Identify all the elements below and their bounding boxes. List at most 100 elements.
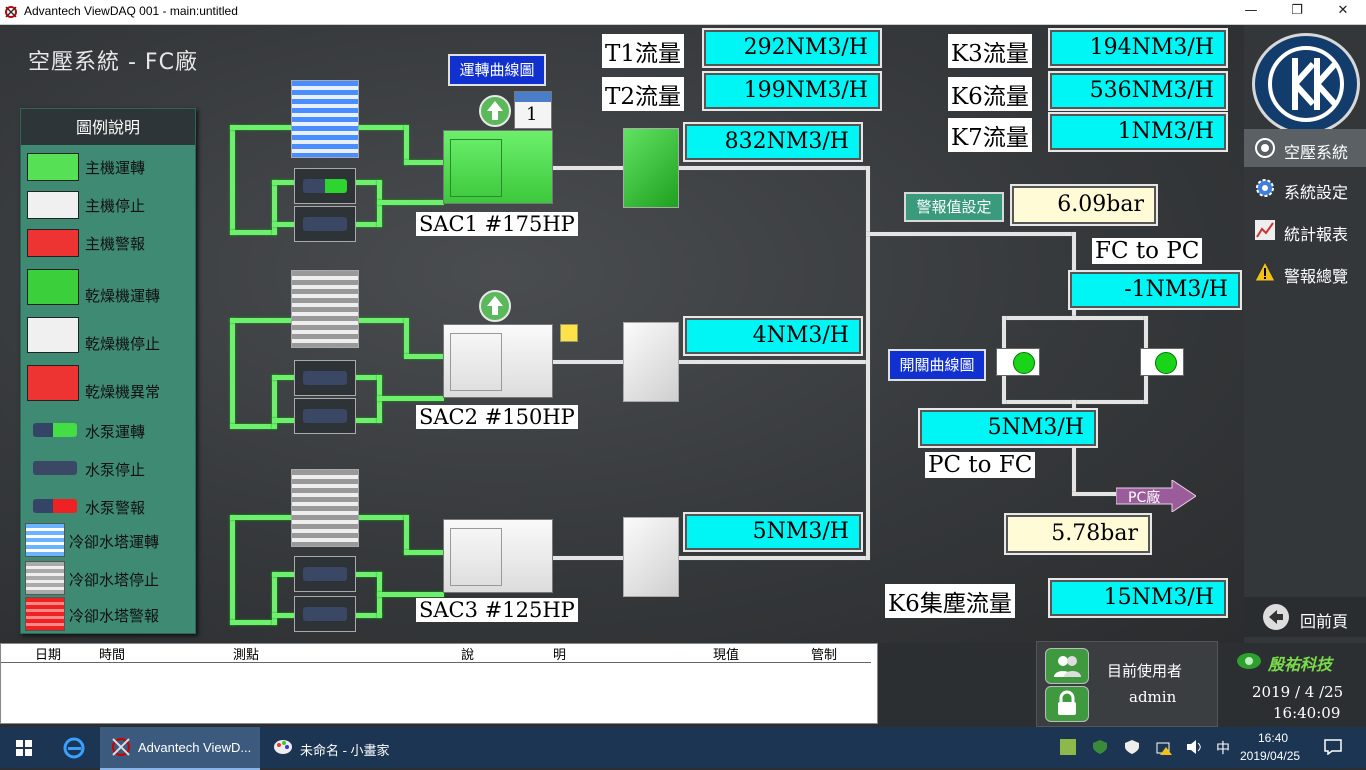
water-pipe bbox=[404, 318, 409, 358]
pump-2b[interactable] bbox=[294, 398, 356, 434]
compressor-sac3[interactable] bbox=[443, 519, 553, 593]
security-tray-icon[interactable] bbox=[1092, 739, 1108, 755]
k7-flow-label: K7流量 bbox=[948, 118, 1032, 152]
legend-item: 主機停止 bbox=[21, 187, 195, 223]
sac2-label: SAC2 #150HP bbox=[416, 405, 578, 429]
volume-tray-icon[interactable] bbox=[1186, 739, 1204, 755]
maximize-button[interactable]: ❐ bbox=[1274, 0, 1320, 24]
legend-label: 主機警報 bbox=[85, 235, 146, 253]
taskbar-app-viewdaq[interactable]: Advantech ViewD... bbox=[100, 727, 260, 770]
internet-explorer-icon[interactable] bbox=[62, 736, 86, 760]
compressor-sac1[interactable] bbox=[443, 130, 553, 204]
legend-label: 冷卻水塔停止 bbox=[69, 571, 160, 589]
pump-1a[interactable] bbox=[294, 168, 356, 204]
fc-to-pc-label: FC to PC bbox=[1092, 238, 1203, 264]
taskbar-time[interactable]: 16:40 bbox=[1258, 731, 1288, 745]
compressor-panel bbox=[450, 333, 502, 391]
pump-body bbox=[303, 567, 347, 581]
pc-plant-button[interactable]: PC廠 bbox=[1115, 479, 1197, 513]
legend-label: 水泵運轉 bbox=[85, 423, 146, 441]
cooling-tower-1[interactable] bbox=[291, 80, 359, 158]
legend-item: 冷卻水塔運轉 bbox=[21, 523, 195, 559]
dryer-1[interactable] bbox=[623, 128, 679, 208]
col-date: 日期 bbox=[35, 648, 62, 663]
legend-title: 圖例說明 bbox=[21, 109, 195, 145]
notification-icon[interactable] bbox=[1324, 739, 1342, 756]
cooling-tower-3[interactable] bbox=[291, 469, 359, 547]
legend-item: 水泵警報 bbox=[21, 489, 195, 525]
legend-item: 乾燥機異常 bbox=[21, 365, 195, 401]
nav-alarm-overview[interactable]: 警報總覽 bbox=[1244, 253, 1366, 291]
brand-name: 殷祐科技 bbox=[1268, 655, 1333, 674]
taskbar-date[interactable]: 2019/04/25 bbox=[1240, 749, 1300, 763]
close-button[interactable]: ✕ bbox=[1320, 0, 1366, 24]
water-pipe bbox=[404, 354, 444, 359]
t1-flow-display: 292NM3/H bbox=[702, 28, 882, 68]
run-curve-button[interactable]: 運轉曲線圖 bbox=[448, 54, 546, 86]
legend-item: 水泵停止 bbox=[21, 451, 195, 487]
window-title: Advantech ViewDAQ 001 - main:untitled bbox=[24, 4, 238, 18]
taskbar-app-paint[interactable]: 未命名 - 小畫家 bbox=[262, 727, 422, 768]
compressor-sac2[interactable] bbox=[443, 324, 553, 398]
t2-flow-display: 199NM3/H bbox=[702, 71, 882, 111]
water-pipe bbox=[377, 396, 444, 401]
minimize-button[interactable]: — bbox=[1228, 0, 1274, 24]
taskbar-app-label: Advantech ViewD... bbox=[138, 740, 252, 755]
cooling-tower-2[interactable] bbox=[291, 270, 359, 348]
pump-body bbox=[303, 217, 347, 231]
back-label: 回前頁 bbox=[1300, 612, 1349, 631]
sac1-flow-display: 832NM3/H bbox=[683, 122, 863, 162]
pump-body bbox=[303, 371, 347, 385]
title-bar: Advantech ViewDAQ 001 - main:untitled — … bbox=[0, 0, 1366, 25]
wifi-warning-tray-icon[interactable] bbox=[1156, 739, 1172, 755]
back-button[interactable]: 回前頁 bbox=[1244, 597, 1366, 637]
legend-label: 水泵警報 bbox=[85, 499, 146, 517]
lock-icon[interactable] bbox=[1045, 686, 1089, 722]
water-pipe bbox=[230, 230, 276, 235]
users-icon[interactable] bbox=[1045, 648, 1089, 684]
back-arrow-icon bbox=[1262, 603, 1290, 631]
user-panel: 目前使用者 admin bbox=[1036, 641, 1218, 727]
shield-tray-icon[interactable] bbox=[1124, 739, 1140, 755]
pump-3a[interactable] bbox=[294, 556, 356, 592]
switch-curve-button[interactable]: 開關曲線圖 bbox=[888, 349, 986, 381]
pump-3b[interactable] bbox=[294, 596, 356, 632]
calendar-number: 1 bbox=[526, 104, 538, 125]
water-pipe bbox=[404, 160, 444, 165]
col-desc-2: 明 bbox=[553, 648, 567, 663]
nav-statistics-report[interactable]: 統計報表 bbox=[1244, 211, 1366, 249]
water-pipe bbox=[230, 318, 235, 428]
gear-icon bbox=[1254, 177, 1276, 199]
dryer-running-icon bbox=[27, 269, 79, 305]
water-pipe bbox=[404, 550, 444, 555]
legend-item: 乾燥機停止 bbox=[21, 317, 195, 353]
air-pipe bbox=[678, 556, 868, 560]
col-desc-1: 說 bbox=[461, 648, 475, 663]
k6-dust-flow-display: 15NM3/H bbox=[1048, 578, 1228, 618]
alarm-log-table[interactable]: 日期 時間 測點 說 明 現值 管制 bbox=[0, 643, 878, 724]
ime-indicator[interactable]: 中 bbox=[1216, 738, 1230, 758]
arrow-up-icon[interactable] bbox=[479, 290, 511, 322]
valve-right[interactable] bbox=[1140, 348, 1184, 376]
pump-2a[interactable] bbox=[294, 360, 356, 396]
k6-dust-flow-label: K6集塵流量 bbox=[885, 584, 1015, 618]
nav-system-settings[interactable]: 系統設定 bbox=[1244, 169, 1366, 207]
valve-left[interactable] bbox=[996, 348, 1040, 376]
nav-label: 系統設定 bbox=[1284, 183, 1349, 202]
arrow-up-icon[interactable] bbox=[479, 95, 511, 127]
valve-indicator bbox=[1013, 352, 1035, 374]
nav-air-system[interactable]: 空壓系統 bbox=[1244, 129, 1366, 167]
dryer-3[interactable] bbox=[623, 517, 679, 597]
schedule-calendar-icon[interactable]: 1 bbox=[514, 91, 552, 129]
air-system-icon bbox=[1254, 137, 1276, 159]
network-tray-icon[interactable] bbox=[1060, 739, 1076, 755]
legend-item: 冷卻水塔警報 bbox=[21, 597, 195, 633]
windows-start-icon[interactable] bbox=[16, 740, 32, 756]
compressor-panel bbox=[450, 139, 502, 197]
alarm-setting-button[interactable]: 警報值設定 bbox=[904, 192, 1004, 222]
col-control: 管制 bbox=[811, 648, 838, 663]
dryer-2[interactable] bbox=[623, 322, 679, 402]
status-indicator-icon bbox=[560, 324, 578, 342]
pump-1b[interactable] bbox=[294, 206, 356, 242]
air-pipe bbox=[552, 166, 624, 170]
